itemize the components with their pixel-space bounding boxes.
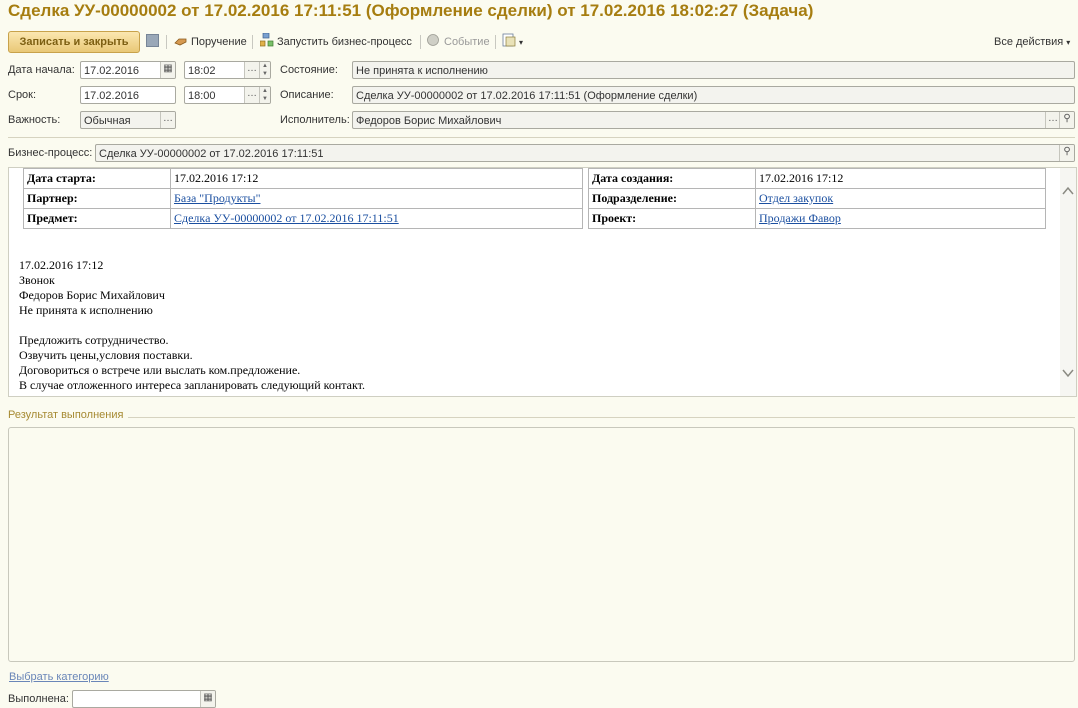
- hand-icon: [174, 35, 188, 47]
- all-actions-label: Все действия: [994, 36, 1064, 48]
- executor-label: Исполнитель:: [280, 114, 350, 126]
- text-line: Не принята к исполнению: [19, 303, 153, 317]
- save-button[interactable]: [146, 33, 162, 51]
- detail-key: Подразделение:: [588, 188, 756, 209]
- description-field: Сделка УУ-00000002 от 17.02.2016 17:11:5…: [352, 86, 1075, 104]
- calendar-icon[interactable]: ▦: [160, 62, 175, 78]
- scroll-up-icon: [1062, 186, 1074, 195]
- bp-field[interactable]: Сделка УУ-00000002 от 17.02.2016 17:11:5…: [95, 144, 1075, 162]
- start-date-label: Дата начала:: [8, 64, 75, 76]
- chevron-down-icon: ▾: [1066, 38, 1071, 47]
- due-time-field[interactable]: 18:00 … ▲ ▼: [184, 86, 271, 104]
- importance-value: Обычная: [84, 115, 131, 127]
- result-textarea[interactable]: [8, 427, 1075, 662]
- event-label: Событие: [444, 36, 490, 48]
- text-line: 17.02.2016 17:12: [19, 258, 104, 272]
- detail-key: Дата старта:: [23, 168, 171, 189]
- detail-key: Предмет:: [23, 208, 171, 229]
- state-label: Состояние:: [280, 64, 338, 76]
- subject-link[interactable]: Сделка УУ-00000002 от 17.02.2016 17:11:5…: [174, 211, 399, 225]
- detail-key: Партнер:: [23, 188, 171, 209]
- detail-key: Дата создания:: [588, 168, 756, 189]
- text-line: Предложить сотрудничество.: [19, 333, 169, 347]
- search-icon[interactable]: ⚲: [1059, 145, 1074, 161]
- select-button[interactable]: …: [244, 62, 259, 78]
- start-process-button[interactable]: Запустить бизнес-процесс: [259, 32, 412, 51]
- start-date-value: 17.02.2016: [84, 65, 140, 77]
- assignment-label: Поручение: [191, 36, 247, 48]
- detail-key: Проект:: [588, 208, 756, 229]
- task-details-document: Дата старта: 17.02.2016 17:12 Партнер: Баз…: [8, 167, 1077, 397]
- choose-category-link[interactable]: Выбрать категорию: [9, 671, 109, 683]
- event-button[interactable]: Событие: [427, 33, 490, 51]
- start-time-value: 18:02: [188, 65, 216, 77]
- detail-value: 17.02.2016 17:12: [755, 168, 1046, 189]
- details-table-right: Дата создания: 17.02.2016 17:12 Подраздел…: [588, 168, 1046, 229]
- details-table-left: Дата старта: 17.02.2016 17:12 Партнер: Баз…: [23, 168, 583, 229]
- due-date-field[interactable]: 17.02.2016: [80, 86, 176, 104]
- assignment-button[interactable]: Поручение: [174, 33, 247, 51]
- text-line: Озвучить цены,условия поставки.: [19, 348, 193, 362]
- due-label: Срок:: [8, 89, 37, 101]
- window-title: Сделка УУ-00000002 от 17.02.2016 17:11:5…: [8, 1, 814, 20]
- floppy-disk-icon: [146, 34, 159, 47]
- task-text: 17.02.2016 17:12 Звонок Федоров Борис Ми…: [19, 258, 365, 393]
- process-icon: [259, 32, 274, 47]
- result-group-title: Результат выполнения: [8, 409, 124, 421]
- calendar-icon[interactable]: ▦: [200, 691, 215, 707]
- detail-value: 17.02.2016 17:12: [170, 168, 583, 189]
- document-menu-button[interactable]: ▾: [502, 33, 523, 51]
- toolbar: Записать и закрыть Поручение Запустить б…: [0, 30, 1078, 54]
- start-process-label: Запустить бизнес-процесс: [277, 36, 412, 48]
- description-label: Описание:: [280, 89, 334, 101]
- select-button[interactable]: …: [244, 87, 259, 103]
- done-date-field[interactable]: ▦: [72, 690, 216, 708]
- text-line: Звонок: [19, 273, 55, 287]
- vertical-scrollbar[interactable]: [1060, 168, 1076, 396]
- text-line: В случае отложенного интереса запланиров…: [19, 378, 365, 392]
- event-icon: [427, 33, 441, 46]
- project-link[interactable]: Продажи Фавор: [759, 211, 841, 225]
- text-line: Договориться о встрече или выслать ком.п…: [19, 363, 301, 377]
- select-button[interactable]: …: [160, 112, 175, 128]
- bp-value: Сделка УУ-00000002 от 17.02.2016 17:11:5…: [99, 148, 324, 160]
- start-time-field[interactable]: 18:02 … ▲ ▼: [184, 61, 271, 79]
- executor-field[interactable]: Федоров Борис Михайлович … ⚲: [352, 111, 1075, 129]
- bp-label: Бизнес-процесс:: [8, 147, 93, 159]
- time-spinner[interactable]: ▲ ▼: [259, 87, 270, 103]
- scroll-down-icon: [1062, 369, 1074, 378]
- select-button[interactable]: …: [1045, 112, 1060, 128]
- text-line: [19, 318, 365, 333]
- done-label: Выполнена:: [8, 693, 69, 705]
- department-link[interactable]: Отдел закупок: [759, 191, 833, 205]
- chevron-down-icon: ▾: [519, 38, 524, 47]
- executor-value: Федоров Борис Михайлович: [356, 115, 502, 127]
- partner-link[interactable]: База "Продукты": [174, 191, 260, 205]
- divider: [128, 417, 1075, 418]
- save-and-close-button[interactable]: Записать и закрыть: [8, 31, 140, 53]
- importance-label: Важность:: [8, 114, 61, 126]
- text-line: Федоров Борис Михайлович: [19, 288, 165, 302]
- search-icon[interactable]: ⚲: [1059, 112, 1074, 128]
- document-icon: [502, 33, 516, 47]
- due-time-value: 18:00: [188, 90, 216, 102]
- importance-field[interactable]: Обычная …: [80, 111, 176, 129]
- start-date-field[interactable]: 17.02.2016 ▦: [80, 61, 176, 79]
- all-actions-menu[interactable]: Все действия ▾: [994, 33, 1070, 51]
- time-spinner[interactable]: ▲ ▼: [259, 62, 270, 78]
- state-field: Не принята к исполнению: [352, 61, 1075, 79]
